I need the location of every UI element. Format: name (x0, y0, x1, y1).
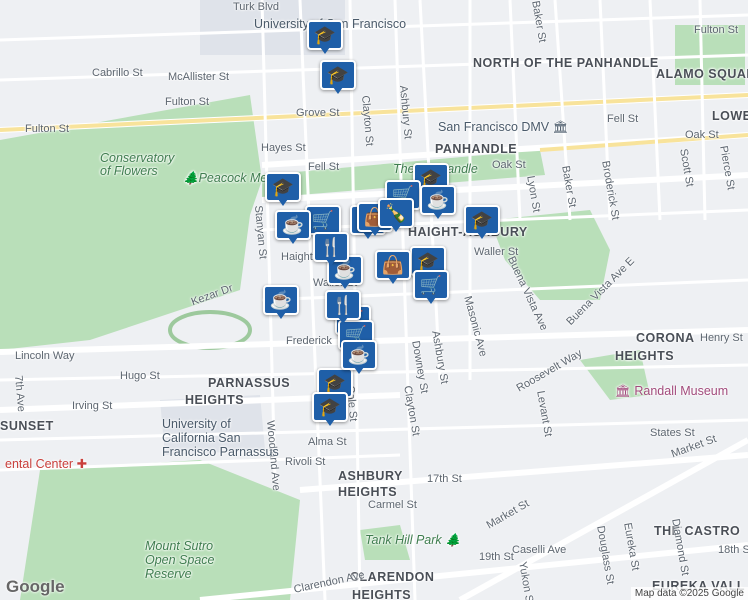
street-turk-blvd: Turk Blvd (233, 1, 280, 13)
label-corona: CORONA (636, 331, 695, 345)
poi-dental-center[interactable]: ental Center ✚ (5, 458, 87, 471)
school-icon: 🎓 (318, 396, 342, 417)
museum-icon: 🏛 (615, 384, 631, 398)
coffee-cup-icon: ☕ (269, 289, 293, 310)
street-hayes-st: Hayes St (261, 142, 306, 154)
poi-ucsf[interactable]: University of California San Francisco P… (162, 417, 282, 459)
street-fell-st-east: Fell St (607, 113, 639, 125)
school-icon: 🎓 (313, 24, 337, 45)
map-marker-cafe[interactable]: ☕ (341, 340, 377, 374)
street-19th-st: 19th St (479, 551, 514, 563)
label-the-castro: THE CASTRO (654, 524, 741, 538)
cart-icon: 🛒 (419, 274, 443, 295)
label-alamo-square: ALAMO SQUARE (656, 67, 748, 81)
google-logo: Google (6, 577, 65, 596)
map-marker-school[interactable]: 🎓 (464, 205, 500, 239)
street-carmel-st: Carmel St (368, 499, 417, 511)
bank-icon: 🏛 (552, 120, 569, 134)
street-caselli-ave: Caselli Ave (512, 544, 567, 556)
map-marker-grocery[interactable]: 🛒 (413, 270, 449, 304)
map-marker-cafe[interactable]: ☕ (275, 210, 311, 244)
street-hugo-st: Hugo St (120, 370, 160, 382)
street-haight: Haight (281, 251, 313, 263)
street-fulton-st-east: Fulton St (694, 24, 739, 36)
poi-mount-sutro[interactable]: Mount Sutro Open Space Reserve (145, 539, 225, 581)
school-icon: 🎓 (416, 250, 440, 271)
street-henry-st: Henry St (700, 332, 743, 344)
street-states-st: States St (650, 427, 695, 439)
school-icon: 🎓 (326, 64, 350, 85)
bottle-icon: 🍾 (384, 202, 408, 223)
street-rivoli-st: Rivoli St (285, 456, 326, 468)
shopping-bag-icon: 👜 (381, 254, 405, 275)
street-mcallister-st: McAllister St (168, 71, 230, 83)
map-marker-cafe[interactable]: ☕ (263, 285, 299, 319)
street-7th-ave: 7th Ave (12, 374, 28, 413)
tree-icon: 🌲 (183, 171, 199, 185)
cart-icon: 🛒 (311, 209, 335, 230)
coffee-cup-icon: ☕ (426, 189, 450, 210)
street-oak-st: Oak St (492, 159, 526, 171)
street-grove-st: Grove St (296, 107, 340, 119)
school-icon: 🎓 (470, 209, 494, 230)
school-icon: 🎓 (271, 176, 295, 197)
street-oak-st-east: Oak St (685, 129, 719, 141)
map-marker-school[interactable]: 🎓 (320, 60, 356, 94)
label-sunset: SUNSET (0, 419, 54, 433)
label-clarendon-heights: HEIGHTS (352, 588, 412, 600)
map-marker-restaurant[interactable]: 🍴 (313, 232, 349, 266)
label-parnassus: PARNASSUS (208, 376, 291, 390)
street-lincoln-way: Lincoln Way (15, 350, 75, 362)
map-marker-shopping[interactable]: 👜 (375, 250, 411, 284)
poi-sf-dmv[interactable]: San Francisco DMV 🏛 (438, 121, 569, 134)
label-ashbury: ASHBURY (338, 469, 403, 483)
map-marker-restaurant[interactable]: 🍴 (325, 290, 361, 324)
coffee-cup-icon: ☕ (347, 344, 371, 365)
label-corona-heights: HEIGHTS (615, 349, 675, 363)
street-fell-st: Fell St (308, 161, 340, 173)
poi-peacock-meadow[interactable]: 🌲Peacock Mea (183, 172, 274, 185)
label-parnassus-heights: HEIGHTS (185, 393, 245, 407)
poi-randall-museum[interactable]: 🏛 Randall Museum (615, 385, 728, 398)
poi-tank-hill-park[interactable]: Tank Hill Park 🌲 (365, 534, 461, 547)
street-fulton-st: Fulton St (165, 96, 210, 108)
coffee-cup-icon: ☕ (281, 214, 305, 235)
poi-conservatory-of-flowers[interactable]: Conservatory of Flowers (100, 152, 180, 177)
label-lower: LOWER (712, 109, 748, 123)
map-marker-cafe[interactable]: ☕ (420, 185, 456, 219)
map-attribution[interactable]: Map data ©2025 Google (630, 587, 748, 600)
map-marker-school[interactable]: 🎓 (265, 172, 301, 206)
street-17th-st: 17th St (427, 473, 462, 485)
label-ashbury-heights: HEIGHTS (338, 485, 398, 499)
street-18th-st: 18th St (718, 544, 748, 556)
label-north-of-the-panhandle: NORTH OF THE PANHANDLE (473, 56, 659, 70)
map-marker-school[interactable]: 🎓 (307, 20, 343, 54)
street-alma-st: Alma St (308, 436, 347, 448)
label-panhandle: PANHANDLE (435, 142, 518, 156)
tree-icon: 🌲 (445, 533, 461, 547)
hospital-icon: ✚ (76, 457, 88, 471)
fork-knife-icon: 🍴 (319, 236, 343, 257)
map-canvas[interactable]: NORTH OF THE PANHANDLE ALAMO SQUARE LOWE… (0, 0, 748, 600)
school-icon: 🎓 (323, 372, 347, 393)
map-marker-bar[interactable]: 🍾 (378, 198, 414, 232)
map-marker-school[interactable]: 🎓 (312, 392, 348, 426)
street-fulton-st-west: Fulton St (25, 123, 70, 135)
street-irving-st: Irving St (72, 400, 113, 412)
street-cabrillo-st: Cabrillo St (92, 67, 143, 79)
fork-knife-icon: 🍴 (331, 294, 355, 315)
street-frederick: Frederick (286, 335, 332, 347)
